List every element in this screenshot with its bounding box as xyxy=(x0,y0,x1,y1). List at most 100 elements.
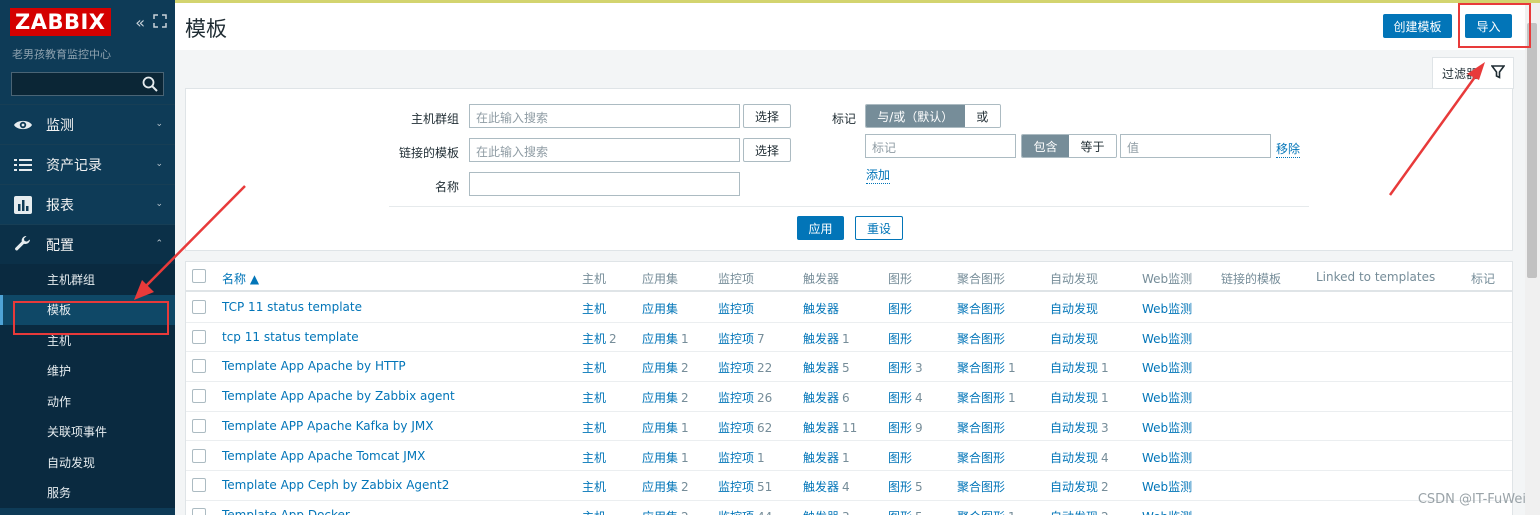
hosts-link[interactable]: 主机 xyxy=(582,361,606,375)
web-link[interactable]: Web监测 xyxy=(1142,449,1192,466)
triggers-link[interactable]: 触发器 xyxy=(803,332,839,346)
equals-option[interactable]: 等于 xyxy=(1069,135,1116,157)
web-link[interactable]: Web监测 xyxy=(1142,300,1192,317)
items-link[interactable]: 监控项 xyxy=(718,421,754,435)
hosts-link[interactable]: 主机 xyxy=(582,451,606,465)
row-checkbox[interactable] xyxy=(192,329,206,344)
scrollbar[interactable] xyxy=(1525,3,1540,515)
menu-inventory[interactable]: 资产记录 ⌄ xyxy=(0,144,175,184)
sidebar-search-input[interactable] xyxy=(11,72,164,96)
tag-value-input[interactable]: 值 xyxy=(1120,134,1271,158)
and-or-option[interactable]: 与/或（默认） xyxy=(866,105,965,127)
items-link[interactable]: 监控项 xyxy=(718,480,754,494)
or-option[interactable]: 或 xyxy=(964,105,1000,127)
screens-link[interactable]: 聚合图形 xyxy=(957,302,1005,316)
kiosk-mode-icon[interactable] xyxy=(153,13,167,32)
host-group-input[interactable]: 在此输入搜索 xyxy=(469,104,740,128)
web-link[interactable]: Web监测 xyxy=(1142,330,1192,347)
template-name-link[interactable]: Template App Apache by HTTP xyxy=(222,359,406,373)
web-link[interactable]: Web监测 xyxy=(1142,508,1192,515)
row-checkbox[interactable] xyxy=(192,478,206,493)
triggers-link[interactable]: 触发器 xyxy=(803,302,839,316)
graphs-link[interactable]: 图形 xyxy=(888,421,912,435)
screens-link[interactable]: 聚合图形 xyxy=(957,480,1005,494)
graphs-link[interactable]: 图形 xyxy=(888,302,912,316)
web-link[interactable]: Web监测 xyxy=(1142,359,1192,376)
items-link[interactable]: 监控项 xyxy=(718,451,754,465)
triggers-link[interactable]: 触发器 xyxy=(803,510,839,515)
screens-link[interactable]: 聚合图形 xyxy=(957,391,1005,405)
applications-link[interactable]: 应用集 xyxy=(642,332,678,346)
web-link[interactable]: Web监测 xyxy=(1142,389,1192,406)
graphs-link[interactable]: 图形 xyxy=(888,480,912,494)
graphs-link[interactable]: 图形 xyxy=(888,332,912,346)
row-checkbox[interactable] xyxy=(192,418,206,433)
screens-link[interactable]: 聚合图形 xyxy=(957,361,1005,375)
apply-button[interactable]: 应用 xyxy=(797,216,844,240)
scrollbar-thumb[interactable] xyxy=(1527,23,1537,278)
screens-link[interactable]: 聚合图形 xyxy=(957,421,1005,435)
graphs-link[interactable]: 图形 xyxy=(888,391,912,405)
applications-link[interactable]: 应用集 xyxy=(642,302,678,316)
template-name-link[interactable]: Template App Ceph by Zabbix Agent2 xyxy=(222,478,449,492)
search-icon[interactable] xyxy=(142,76,158,95)
triggers-link[interactable]: 触发器 xyxy=(803,391,839,405)
screens-link[interactable]: 聚合图形 xyxy=(957,332,1005,346)
template-name-link[interactable]: Template App Apache Tomcat JMX xyxy=(222,449,425,463)
submenu-actions[interactable]: 动作 xyxy=(0,386,175,417)
discovery-link[interactable]: 自动发现 xyxy=(1050,302,1098,316)
contains-option[interactable]: 包含 xyxy=(1022,135,1069,157)
web-link[interactable]: Web监测 xyxy=(1142,419,1192,436)
items-link[interactable]: 监控项 xyxy=(718,391,754,405)
discovery-link[interactable]: 自动发现 xyxy=(1050,510,1098,515)
hosts-link[interactable]: 主机 xyxy=(582,391,606,405)
linked-templates-input[interactable]: 在此输入搜索 xyxy=(469,138,740,162)
template-name-link[interactable]: Template App Apache by Zabbix agent xyxy=(222,389,455,403)
template-name-link[interactable]: tcp 11 status template xyxy=(222,330,359,344)
zabbix-logo[interactable]: ZABBIX xyxy=(10,8,111,36)
items-link[interactable]: 监控项 xyxy=(718,510,754,515)
items-link[interactable]: 监控项 xyxy=(718,302,754,316)
triggers-link[interactable]: 触发器 xyxy=(803,480,839,494)
row-checkbox[interactable] xyxy=(192,389,206,404)
screens-link[interactable]: 聚合图形 xyxy=(957,510,1005,515)
applications-link[interactable]: 应用集 xyxy=(642,391,678,405)
hosts-link[interactable]: 主机 xyxy=(582,480,606,494)
hosts-link[interactable]: 主机 xyxy=(582,421,606,435)
linked-templates-select-button[interactable]: 选择 xyxy=(743,138,791,162)
applications-link[interactable]: 应用集 xyxy=(642,361,678,375)
discovery-link[interactable]: 自动发现 xyxy=(1050,332,1098,346)
submenu-discovery[interactable]: 自动发现 xyxy=(0,447,175,478)
applications-link[interactable]: 应用集 xyxy=(642,421,678,435)
graphs-link[interactable]: 图形 xyxy=(888,361,912,375)
discovery-link[interactable]: 自动发现 xyxy=(1050,451,1098,465)
row-checkbox[interactable] xyxy=(192,448,206,463)
collapse-sidebar-icon[interactable]: « xyxy=(135,13,145,32)
name-input[interactable] xyxy=(469,172,740,196)
triggers-link[interactable]: 触发器 xyxy=(803,451,839,465)
items-link[interactable]: 监控项 xyxy=(718,361,754,375)
discovery-link[interactable]: 自动发现 xyxy=(1050,480,1098,494)
triggers-link[interactable]: 触发器 xyxy=(803,421,839,435)
row-checkbox[interactable] xyxy=(192,359,206,374)
applications-link[interactable]: 应用集 xyxy=(642,510,678,515)
discovery-link[interactable]: 自动发现 xyxy=(1050,421,1098,435)
template-name-link[interactable]: Template App Docker xyxy=(222,508,350,515)
discovery-link[interactable]: 自动发现 xyxy=(1050,391,1098,405)
graphs-link[interactable]: 图形 xyxy=(888,451,912,465)
reset-button[interactable]: 重设 xyxy=(855,216,903,240)
hosts-link[interactable]: 主机 xyxy=(582,510,606,515)
menu-monitoring[interactable]: 监测 ⌄ xyxy=(0,104,175,144)
hosts-link[interactable]: 主机 xyxy=(582,302,606,316)
submenu-services[interactable]: 服务 xyxy=(0,478,175,509)
screens-link[interactable]: 聚合图形 xyxy=(957,451,1005,465)
row-checkbox[interactable] xyxy=(192,507,206,515)
graphs-link[interactable]: 图形 xyxy=(888,510,912,515)
submenu-maintenance[interactable]: 维护 xyxy=(0,356,175,387)
web-link[interactable]: Web监测 xyxy=(1142,478,1192,495)
items-link[interactable]: 监控项 xyxy=(718,332,754,346)
submenu-event-correlation[interactable]: 关联项事件 xyxy=(0,417,175,448)
discovery-link[interactable]: 自动发现 xyxy=(1050,361,1098,375)
template-name-link[interactable]: Template APP Apache Kafka by JMX xyxy=(222,419,433,433)
triggers-link[interactable]: 触发器 xyxy=(803,361,839,375)
